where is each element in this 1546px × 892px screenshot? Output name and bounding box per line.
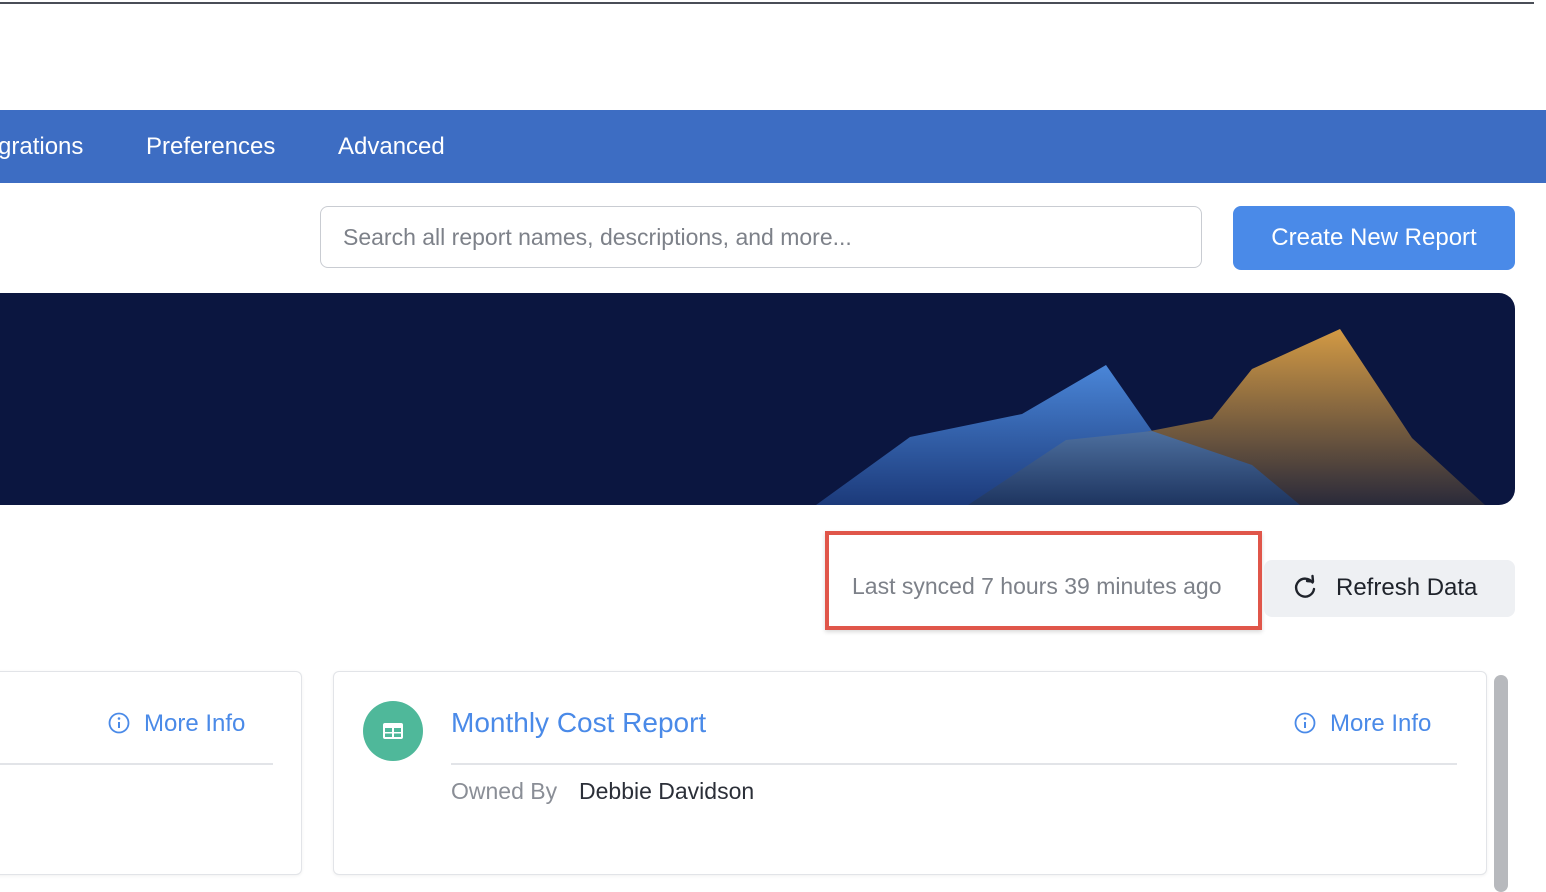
banner-mountains-illustration xyxy=(816,329,1485,505)
top-divider xyxy=(0,2,1534,4)
card-divider xyxy=(451,763,1457,765)
create-new-report-button[interactable]: Create New Report xyxy=(1233,206,1515,270)
more-info-link[interactable]: More Info xyxy=(108,710,245,738)
scrollbar-thumb[interactable] xyxy=(1494,675,1508,892)
card-divider xyxy=(0,763,273,765)
more-info-label: More Info xyxy=(1330,710,1432,737)
report-card-monthly-cost: Monthly Cost Report More Info Owned By D… xyxy=(333,671,1487,875)
settings-navbar: grations Preferences Advanced xyxy=(0,110,1546,183)
owner-name: Debbie Davidson xyxy=(579,778,755,804)
info-icon xyxy=(108,712,130,734)
report-title-link[interactable]: Monthly Cost Report xyxy=(451,707,706,739)
refresh-data-label: Refresh Data xyxy=(1336,574,1478,601)
report-card: More Info xyxy=(0,671,302,875)
more-info-label: More Info xyxy=(144,710,246,737)
table-icon xyxy=(383,723,403,739)
more-info-link[interactable]: More Info xyxy=(1294,710,1431,738)
owned-by-label: Owned By xyxy=(451,778,558,804)
report-type-badge xyxy=(363,701,423,761)
hero-banner xyxy=(0,293,1515,505)
tab-advanced[interactable]: Advanced xyxy=(338,110,445,183)
report-search-input[interactable] xyxy=(320,206,1202,268)
tab-integrations[interactable]: grations xyxy=(0,110,83,183)
refresh-icon xyxy=(1294,574,1316,598)
refresh-data-button[interactable]: Refresh Data xyxy=(1264,560,1515,617)
tab-preferences[interactable]: Preferences xyxy=(146,110,275,183)
info-icon xyxy=(1294,712,1316,734)
last-synced-text: Last synced 7 hours 39 minutes ago xyxy=(852,573,1222,599)
